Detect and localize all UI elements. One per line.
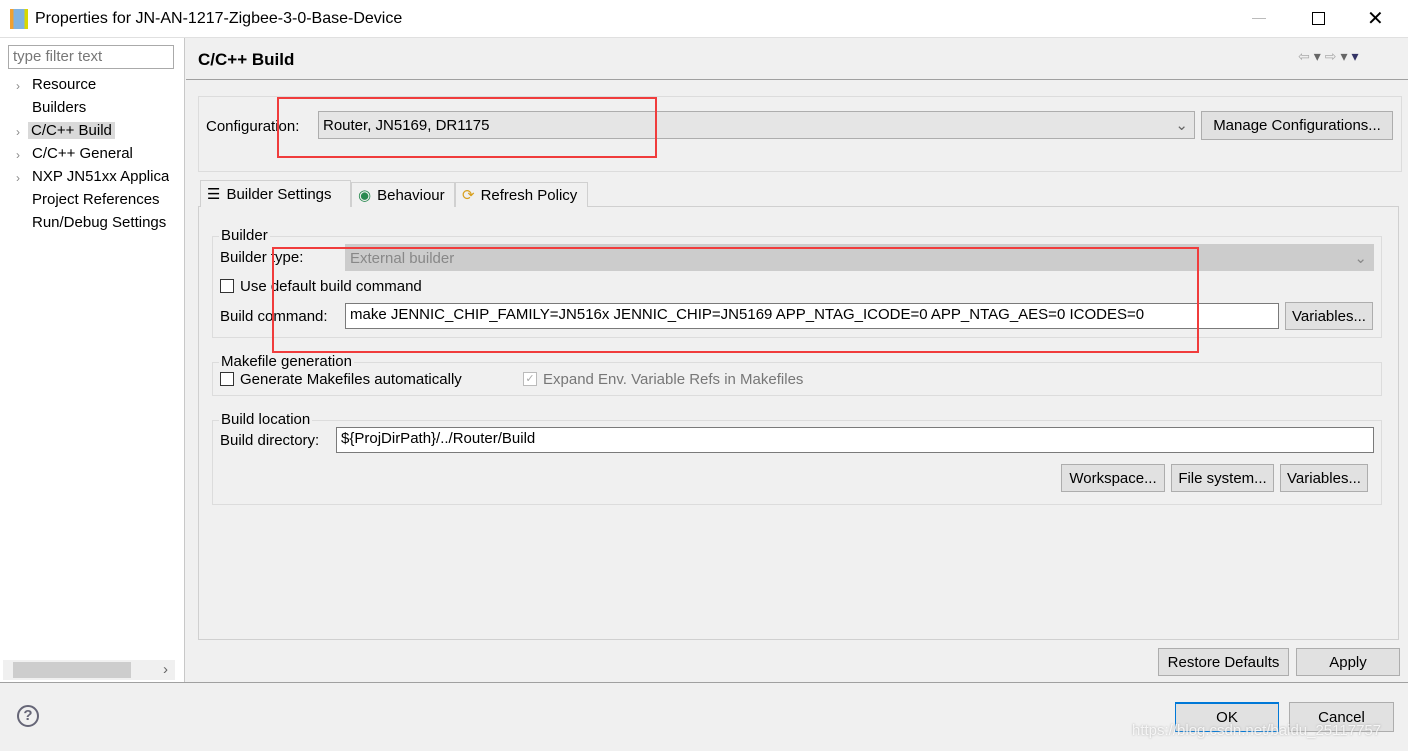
refresh-icon: ⟳	[462, 187, 475, 204]
tab-behaviour[interactable]: ◉ Behaviour	[351, 182, 455, 207]
expand-env-checkbox: ✓	[523, 372, 537, 386]
chevron-right-icon[interactable]: ›	[16, 79, 20, 93]
chevron-right-icon[interactable]: ›	[16, 171, 20, 185]
chevron-right-icon[interactable]: ›	[16, 125, 20, 139]
tab-label: Builder Settings	[226, 185, 332, 203]
sidebar-item[interactable]: Run/Debug Settings	[32, 214, 166, 231]
chevron-down-icon: ⌄	[1354, 250, 1367, 267]
generate-makefiles-checkbox[interactable]	[220, 372, 234, 386]
close-button[interactable]: ✕	[1367, 6, 1384, 31]
manage-configurations-button[interactable]: Manage Configurations...	[1201, 111, 1393, 140]
tab-label: Behaviour	[377, 186, 445, 204]
workspace-button[interactable]: Workspace...	[1061, 464, 1165, 492]
filter-input[interactable]: type filter text	[8, 45, 174, 69]
group-label: Build location	[219, 411, 313, 428]
title-bar: Properties for JN-AN-1217-Zigbee-3-0-Bas…	[0, 0, 1408, 38]
sidebar-item[interactable]: C/C++ Build	[28, 122, 115, 139]
app-icon	[10, 9, 28, 29]
page-title: C/C++ Build	[198, 50, 295, 69]
builder-variables-button[interactable]: Variables...	[1285, 302, 1373, 330]
radio-icon: ◉	[358, 187, 372, 204]
build-directory-input[interactable]: ${ProjDirPath}/../Router/Build	[336, 427, 1374, 453]
sidebar-item[interactable]: C/C++ General	[32, 145, 133, 162]
horizontal-scrollbar[interactable]: ‹ ›	[3, 660, 175, 680]
expand-env-label: Expand Env. Variable Refs in Makefiles	[543, 371, 804, 388]
location-variables-button[interactable]: Variables...	[1280, 464, 1368, 492]
generate-makefiles-label: Generate Makefiles automatically	[240, 371, 462, 388]
sidebar-item[interactable]: Builders	[32, 99, 86, 116]
maximize-button[interactable]	[1312, 12, 1325, 25]
tab-label: Refresh Policy	[480, 186, 578, 204]
divider	[186, 79, 1408, 80]
sidebar: type filter text › Resource Builders › C/C++…	[0, 38, 185, 682]
scroll-thumb[interactable]	[13, 662, 131, 678]
minimize-button[interactable]	[1252, 18, 1266, 19]
help-icon[interactable]: ?	[17, 705, 39, 727]
tab-builder-settings[interactable]: ☰ Builder Settings	[200, 180, 351, 207]
apply-button[interactable]: Apply	[1296, 648, 1400, 676]
sidebar-item[interactable]: Resource	[32, 76, 96, 93]
chevron-down-icon: ⌄	[1175, 117, 1188, 134]
watermark: https://blog.csdn.net/baidu_25117757	[1132, 722, 1382, 739]
list-icon: ☰	[207, 186, 221, 203]
tab-refresh-policy[interactable]: ⟳ Refresh Policy	[455, 182, 588, 207]
file-system-button[interactable]: File system...	[1171, 464, 1274, 492]
sidebar-item[interactable]: NXP JN51xx Applica	[32, 168, 169, 185]
sidebar-item[interactable]: Project References	[32, 191, 160, 208]
use-default-checkbox[interactable]	[220, 279, 234, 293]
group-label: Builder	[219, 227, 270, 244]
highlight-box	[277, 97, 657, 158]
group-label: Makefile generation	[219, 353, 354, 370]
chevron-right-icon[interactable]: ›	[16, 148, 20, 162]
highlight-box	[272, 247, 1199, 353]
build-directory-label: Build directory:	[220, 432, 320, 449]
nav-arrows[interactable]: ⇦▾⇨▾▾	[1298, 48, 1363, 65]
footer-divider	[0, 682, 1408, 683]
scroll-right-icon[interactable]: ›	[163, 661, 168, 678]
restore-defaults-button[interactable]: Restore Defaults	[1158, 648, 1289, 676]
window-title: Properties for JN-AN-1217-Zigbee-3-0-Bas…	[35, 10, 403, 27]
